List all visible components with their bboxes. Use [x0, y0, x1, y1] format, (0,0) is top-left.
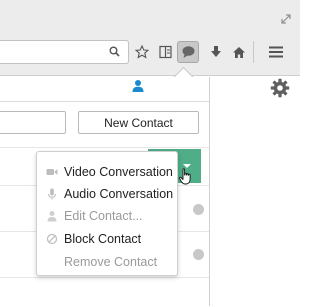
person-icon: [47, 211, 57, 222]
new-contact-button[interactable]: New Contact: [78, 111, 199, 134]
contact-status-icon: [193, 249, 204, 260]
search-bar[interactable]: [0, 40, 129, 64]
window-title-bar: [0, 0, 300, 28]
block-icon: [46, 233, 58, 245]
browser-toolbar: [0, 28, 300, 76]
downloads-icon[interactable]: [205, 41, 227, 63]
contact-row[interactable]: [0, 277, 209, 307]
home-icon[interactable]: [228, 41, 250, 63]
speech-bubble-icon: [182, 46, 194, 58]
menu-item-audio-conversation[interactable]: Audio Conversation: [37, 183, 179, 205]
tab-contacts[interactable]: [132, 79, 144, 98]
new-contact-label: New Contact: [104, 115, 173, 130]
search-icon[interactable]: [109, 46, 120, 57]
menu-item-edit-contact[interactable]: Edit Contact...: [37, 205, 179, 227]
panel-tabs: [0, 77, 209, 102]
hand-cursor-icon: [179, 168, 193, 190]
contact-context-menu: Video Conversation Audio Conversation Ed…: [36, 151, 178, 276]
contact-status-icon: [193, 204, 204, 215]
hello-chat-button[interactable]: [177, 41, 199, 63]
menu-item-remove-contact[interactable]: Remove Contact: [37, 251, 179, 273]
import-contacts-button[interactable]: [0, 111, 66, 134]
bookmark-star-icon[interactable]: [131, 41, 153, 63]
toolbar-separator: [253, 41, 254, 63]
menu-hamburger-icon[interactable]: [265, 41, 287, 63]
gear-icon[interactable]: [270, 78, 290, 103]
menu-item-video-conversation[interactable]: Video Conversation: [37, 161, 179, 183]
reading-list-icon[interactable]: [154, 41, 176, 63]
video-icon: [46, 169, 58, 175]
restore-window-icon[interactable]: [281, 11, 291, 24]
microphone-icon: [48, 188, 56, 200]
person-icon: [132, 80, 144, 92]
menu-item-block-contact[interactable]: Block Contact: [37, 228, 179, 250]
